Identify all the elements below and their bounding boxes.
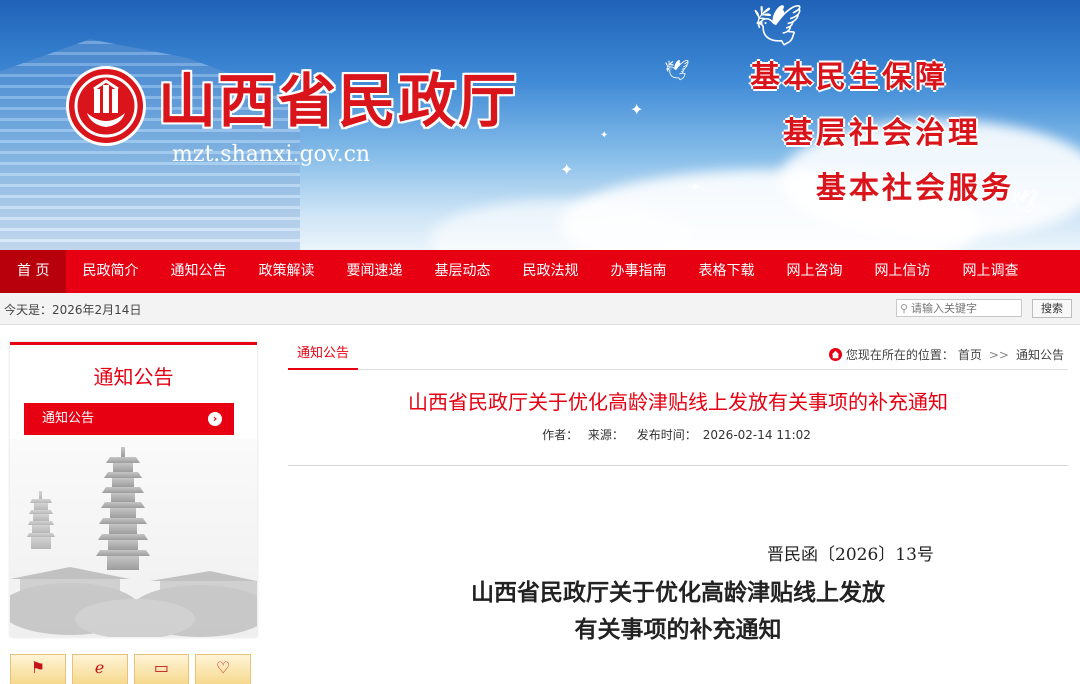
sidebar-item-label: 通知公告	[42, 411, 95, 426]
sparkle-icon: ✦	[560, 160, 574, 179]
nav-notices[interactable]: 通知公告	[154, 250, 242, 293]
chevron-right-icon: ›	[208, 412, 222, 426]
nav-home[interactable]: 首 页	[0, 250, 67, 293]
slogan: 基层社会治理	[783, 116, 981, 151]
sidebar-title: 通知公告	[93, 365, 174, 389]
divider	[288, 465, 1068, 466]
sparkle-icon: ✦	[690, 180, 701, 194]
document-number: 晋民函〔2026〕13号	[767, 545, 934, 565]
info-bar: 今天是：2026年2月14日 ⚲ 搜索	[0, 293, 1080, 325]
nav-about[interactable]: 民政简介	[66, 250, 154, 293]
site-title: 山西省民政厅	[158, 67, 519, 135]
dove-icon: 🕊	[664, 58, 690, 82]
building-graphic	[0, 39, 300, 250]
site-logo-icon[interactable]	[66, 66, 146, 146]
info-icon[interactable]: ℯ	[71, 654, 128, 684]
breadcrumb: 您现在所在的位置： 首页 >> 通知公告	[828, 346, 1064, 363]
site-banner: 🕊 🕊 🕊 ✦ ✦ ✦ ✦ 山西省民政厅 mzt.shanxi.gov.cn 基…	[0, 0, 1080, 250]
home-icon	[828, 348, 842, 361]
tab-notices[interactable]: 通知公告	[288, 342, 359, 370]
nav-regulations[interactable]: 民政法规	[506, 250, 594, 293]
pagoda-image	[10, 439, 257, 637]
location-label: 您现在所在的位置：	[845, 348, 954, 362]
document-title: 山西省民政厅关于优化高龄津贴线上发放 有关事项的补充通知	[288, 574, 1068, 648]
sparkle-icon: ✦	[600, 130, 609, 141]
published-date: 2026-02-14 11:02	[702, 428, 811, 442]
main-nav: 首 页 民政简介 通知公告 政策解读 要闻速递 基层动态 民政法规 办事指南 表…	[0, 250, 1080, 293]
article-meta: 作者： 来源： 发布时间： 2026-02-14 11:02	[288, 426, 1068, 443]
today-date: 今天是：2026年2月14日	[4, 303, 142, 317]
search-input[interactable]	[911, 301, 1011, 315]
slogan: 基本民生保障	[750, 60, 948, 95]
sidebar: 通知公告 通知公告 ›	[10, 342, 257, 637]
monitor-icon[interactable]: ▭	[133, 654, 190, 684]
document-title-line: 山西省民政厅关于优化高龄津贴线上发放	[471, 579, 885, 606]
breadcrumb-separator: >>	[988, 347, 1009, 362]
signpost-icon[interactable]: ⚑	[10, 654, 66, 684]
published-label-text: 发布时间：	[636, 428, 697, 442]
nav-petition[interactable]: 网上信访	[858, 250, 946, 293]
published-label: 发布时间： 2026-02-14 11:02	[634, 428, 814, 442]
nav-consult[interactable]: 网上咨询	[770, 250, 858, 293]
sparkle-icon: ✦	[630, 100, 644, 119]
nav-forms[interactable]: 表格下载	[682, 250, 770, 293]
dove-icon: 🕊	[1010, 190, 1038, 215]
site-domain: mzt.shanxi.gov.cn	[172, 142, 371, 167]
search-button[interactable]: 搜索	[1032, 299, 1072, 318]
nav-survey[interactable]: 网上调查	[946, 250, 1034, 293]
nav-local-news[interactable]: 基层动态	[418, 250, 506, 293]
document-title-line: 有关事项的补充通知	[574, 616, 782, 643]
heart-icon[interactable]: ♡	[195, 654, 251, 684]
dove-icon: 🕊	[752, 3, 803, 49]
quick-links: ⚑ ℯ ▭ ♡	[10, 654, 257, 684]
nav-policy[interactable]: 政策解读	[242, 250, 330, 293]
search-icon: ⚲	[899, 301, 909, 315]
source-label: 来源：	[587, 428, 624, 442]
nav-news[interactable]: 要闻速递	[330, 250, 418, 293]
author-label: 作者：	[542, 428, 579, 442]
breadcrumb-notices[interactable]: 通知公告	[1016, 346, 1064, 363]
content-tabbar: 通知公告 您现在所在的位置： 首页 >> 通知公告	[288, 342, 1068, 370]
article-title: 山西省民政厅关于优化高龄津贴线上发放有关事项的补充通知	[408, 390, 948, 414]
slogan: 基本社会服务	[816, 171, 1014, 206]
search-box: ⚲	[896, 299, 1022, 317]
breadcrumb-home[interactable]: 首页	[958, 346, 982, 363]
sidebar-item-notices[interactable]: 通知公告 ›	[24, 403, 234, 435]
nav-guide[interactable]: 办事指南	[594, 250, 682, 293]
